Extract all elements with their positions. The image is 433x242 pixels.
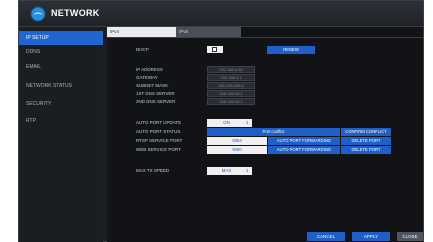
dns2-label: 2ND DNS SERVER — [136, 99, 176, 104]
ip-address-label: IP ADDRESS — [136, 67, 163, 72]
network-globe-icon — [30, 6, 46, 22]
web-auto-forward-button[interactable]: AUTO PORT FORWARDING — [268, 146, 340, 154]
dhcp-label: DHCP — [136, 47, 149, 52]
max-tx-speed-value: MAX — [221, 168, 232, 173]
ip-address-field[interactable]: 192.168.4.38 — [207, 66, 255, 73]
checkbox-mark — [212, 47, 217, 52]
max-tx-speed-select[interactable]: MAX ⇕ — [207, 167, 252, 175]
cancel-button[interactable]: CANCEL — [307, 232, 345, 241]
subnet-mask-label: SUBNET MASK — [136, 83, 169, 88]
sidebar-item-ddns[interactable]: DDNS — [19, 45, 103, 59]
web-delete-port-button[interactable]: DELETE PORT — [341, 146, 391, 154]
window-title: NETWORK — [51, 8, 100, 18]
web-port-field[interactable]: 8080 — [207, 146, 267, 154]
tab-divider — [107, 37, 423, 38]
auto-port-update-select[interactable]: ON ⇕ — [207, 119, 252, 127]
rtsp-auto-forward-button[interactable]: AUTO PORT FORWARDING — [268, 137, 340, 145]
auto-port-update-value: ON — [223, 120, 230, 125]
rtsp-delete-port-button[interactable]: DELETE PORT — [341, 137, 391, 145]
tab-ipv6[interactable]: IPv6 — [176, 27, 241, 37]
auto-port-status-label: AUTO PORT STATUS — [136, 129, 181, 134]
network-window: NETWORK IP SETUP DDNS EMAIL NETWORK STAT… — [18, 0, 424, 242]
gateway-label: GATEWAY — [136, 75, 158, 80]
apply-button[interactable]: APPLY — [352, 232, 390, 241]
dns2-field[interactable]: 168.126.63.2 — [207, 98, 255, 105]
max-tx-speed-label: MAX TX SPEED — [136, 168, 170, 173]
dns1-label: 1ST DNS SERVER — [136, 91, 175, 96]
sidebar-item-rtp[interactable]: RTP — [19, 114, 103, 128]
rtsp-port-label: RTSP SERVICE PORT — [136, 138, 183, 143]
dhcp-checkbox[interactable] — [207, 46, 223, 53]
footer-bar: CANCEL APPLY CLOSE — [107, 232, 423, 242]
sidebar-item-email[interactable]: EMAIL — [19, 60, 103, 74]
dropdown-arrow-icon: ⇕ — [245, 168, 249, 173]
sidebar-item-ip-setup[interactable]: IP SETUP — [19, 31, 103, 45]
confirm-conflict-button[interactable]: CONFIRM CONFLICT — [341, 128, 391, 136]
sidebar: IP SETUP DDNS EMAIL NETWORK STATUS SECUR… — [19, 27, 103, 242]
dns1-field[interactable]: 168.126.63.1 — [207, 90, 255, 97]
rtsp-port-field[interactable]: 5554 — [207, 137, 267, 145]
web-port-label: WEB SERVICE PORT — [136, 147, 181, 152]
title-bar: NETWORK — [19, 1, 423, 27]
tab-bar: IPv4 IPv6 — [107, 27, 423, 37]
tab-ipv4[interactable]: IPv4 — [107, 27, 176, 37]
sidebar-item-security[interactable]: SECURITY — [19, 97, 103, 111]
renew-button[interactable]: RENEW — [267, 46, 315, 54]
dropdown-arrow-icon: ⇕ — [245, 120, 249, 125]
port-conflict-status: Port conflict — [207, 128, 340, 136]
gateway-field[interactable]: 192.168.4.1 — [207, 74, 255, 81]
main-panel: IPv4 IPv6 DHCP RENEW IP ADDRESS 192.168.… — [107, 27, 423, 242]
close-button[interactable]: CLOSE — [397, 232, 423, 241]
auto-port-update-label: AUTO PORT UPDATE — [136, 120, 182, 125]
subnet-mask-field[interactable]: 255.255.255.0 — [207, 82, 255, 89]
sidebar-item-network-status[interactable]: NETWORK STATUS — [19, 79, 103, 93]
